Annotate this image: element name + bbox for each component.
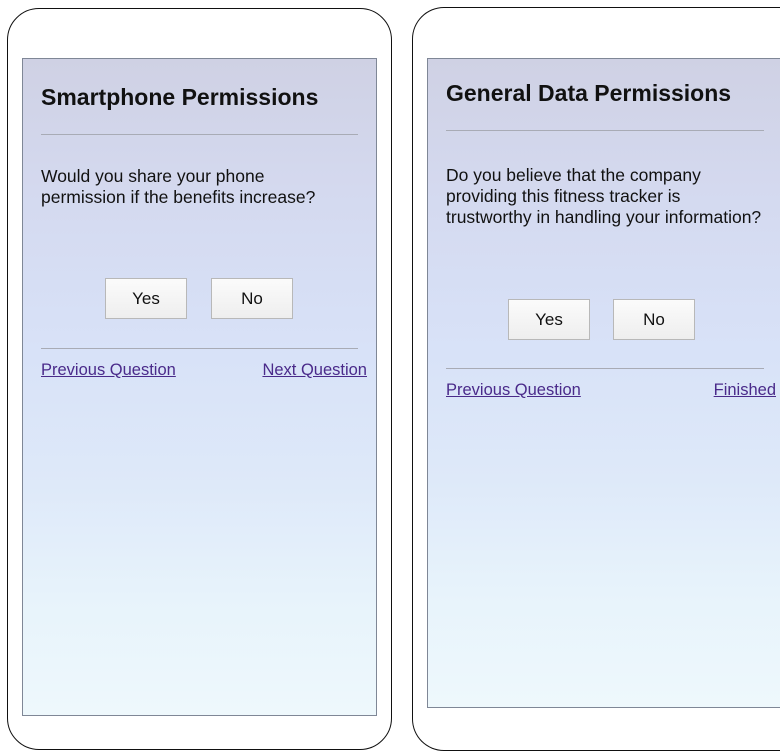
title-divider — [446, 130, 764, 131]
nav-divider — [446, 368, 764, 369]
phone-frame-left: Smartphone Permissions Would you share y… — [7, 8, 392, 750]
yes-button[interactable]: Yes — [105, 278, 187, 319]
question-text: Do you believe that the company providin… — [446, 165, 762, 227]
phone-frame-right: General Data Permissions Do you believe … — [412, 7, 780, 751]
yes-button[interactable]: Yes — [508, 299, 590, 340]
stage: Smartphone Permissions Would you share y… — [0, 0, 780, 753]
question-text: Would you share your phone permission if… — [41, 166, 316, 207]
page-title: Smartphone Permissions — [41, 84, 319, 110]
nav-divider — [41, 348, 358, 349]
page-title: General Data Permissions — [446, 80, 732, 106]
title-divider — [41, 134, 358, 135]
no-button[interactable]: No — [613, 299, 695, 340]
previous-question-link[interactable]: Previous Question — [41, 361, 176, 380]
screen-general-data-permissions: General Data Permissions Do you believe … — [427, 58, 780, 708]
previous-question-link[interactable]: Previous Question — [446, 381, 581, 400]
screen-smartphone-permissions: Smartphone Permissions Would you share y… — [22, 58, 377, 716]
next-question-link[interactable]: Next Question — [262, 361, 367, 380]
finished-link[interactable]: Finished — [714, 381, 776, 400]
no-button[interactable]: No — [211, 278, 293, 319]
